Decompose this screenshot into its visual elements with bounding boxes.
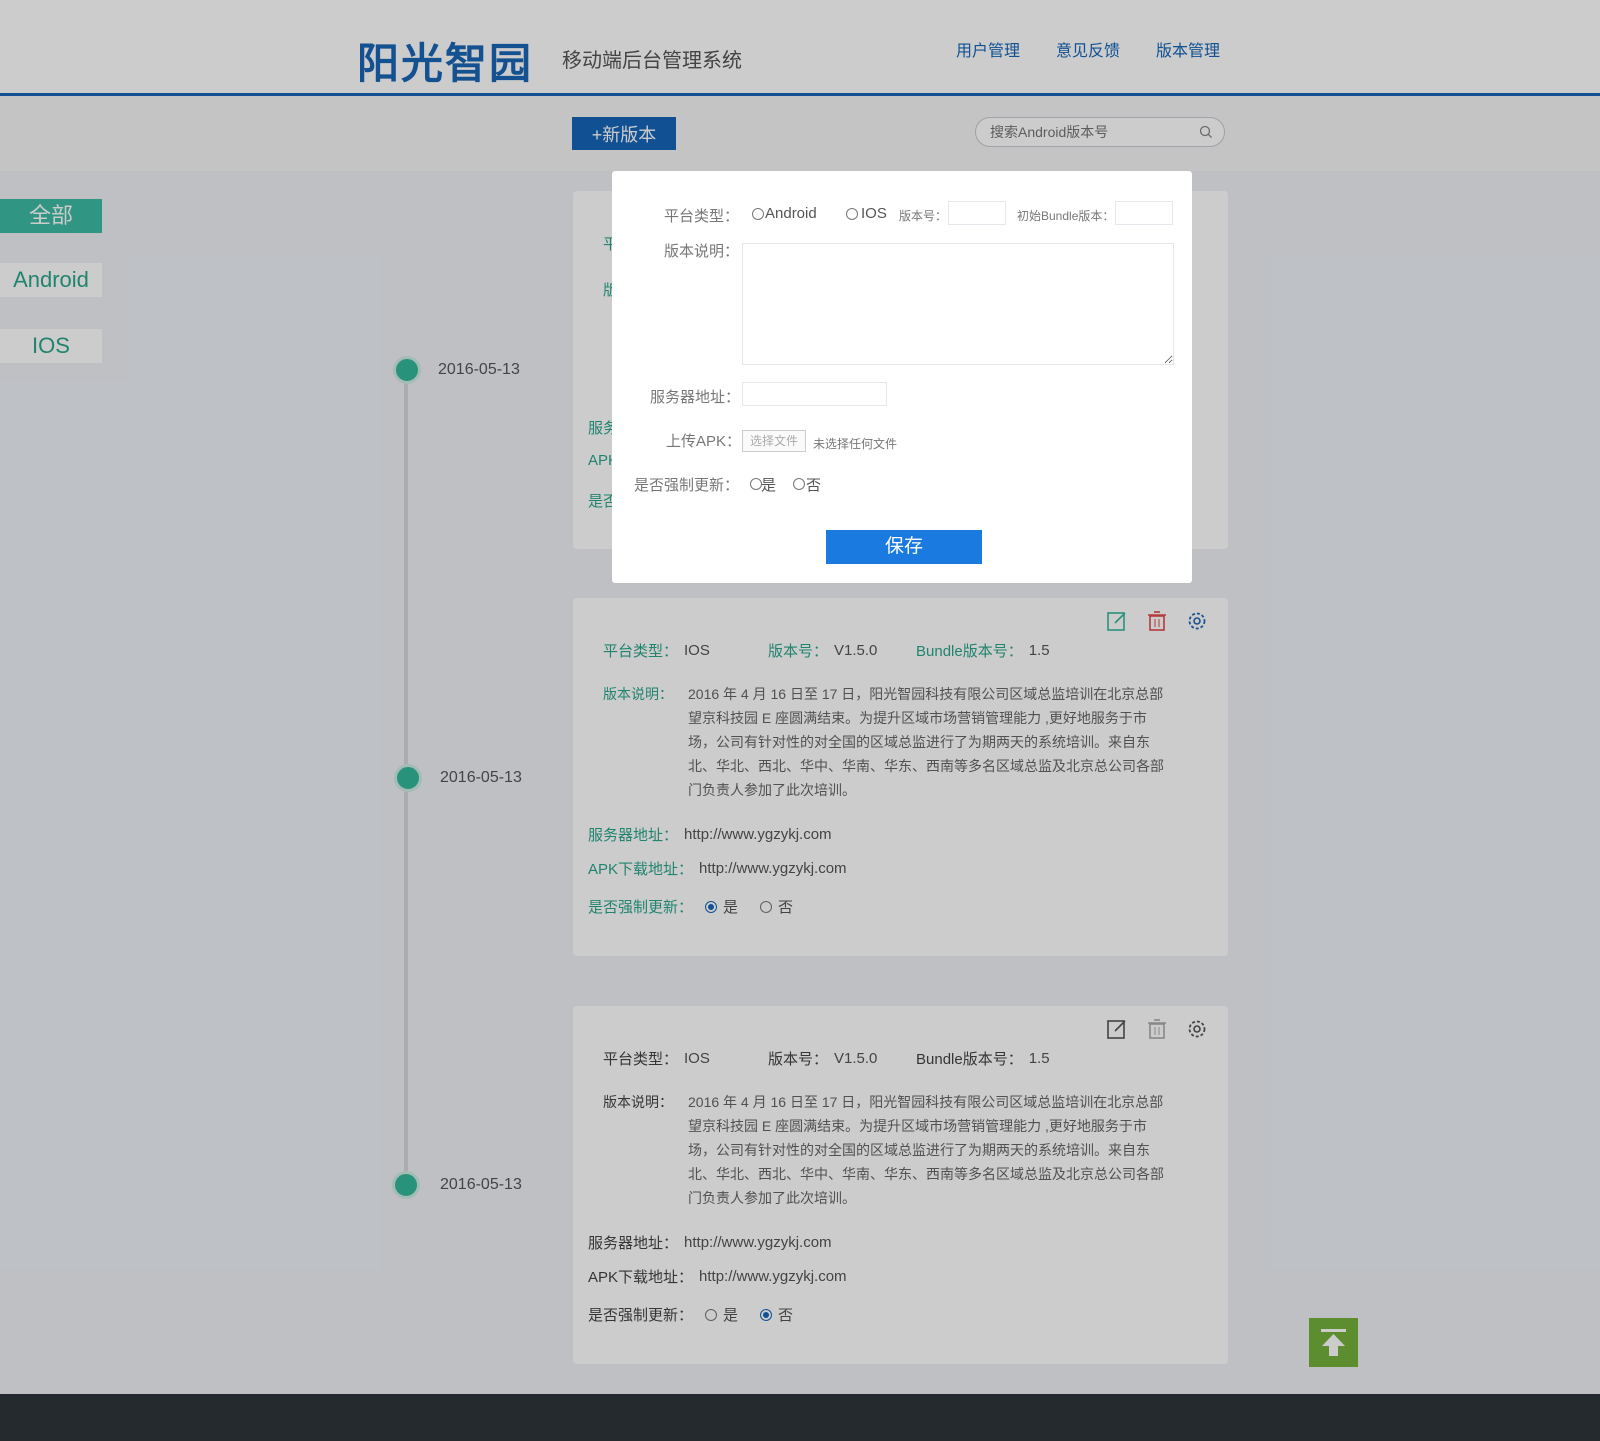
save-button[interactable]: 保存 — [826, 530, 982, 564]
upload-label: 上传APK： — [666, 433, 742, 450]
force-update-label: 是否强制更新： — [634, 477, 740, 494]
new-version-dialog: 平台类型： Android IOS 版本号： 初始Bundle版本： 版本说明：… — [612, 171, 1192, 583]
choose-file-button[interactable]: 选择文件 — [742, 430, 806, 452]
server-label: 服务器地址： — [650, 389, 741, 406]
force-yes-label: 是 — [761, 477, 777, 494]
force-no-label: 否 — [806, 477, 822, 494]
platform-android-label: Android — [765, 205, 817, 222]
version-input[interactable] — [948, 201, 1006, 225]
force-no-radio[interactable] — [793, 478, 805, 490]
bundle-label: 初始Bundle版本： — [1017, 209, 1115, 223]
version-label: 版本号： — [899, 209, 948, 223]
bundle-input[interactable] — [1115, 201, 1173, 225]
platform-ios-radio[interactable] — [846, 208, 858, 220]
platform-android-radio[interactable] — [752, 208, 764, 220]
platform-ios-label: IOS — [861, 205, 887, 222]
server-input[interactable] — [742, 382, 887, 406]
version-description-input[interactable] — [742, 243, 1174, 365]
desc-label: 版本说明： — [664, 243, 740, 260]
file-status: 未选择任何文件 — [813, 437, 898, 451]
platform-label: 平台类型： — [664, 208, 740, 225]
